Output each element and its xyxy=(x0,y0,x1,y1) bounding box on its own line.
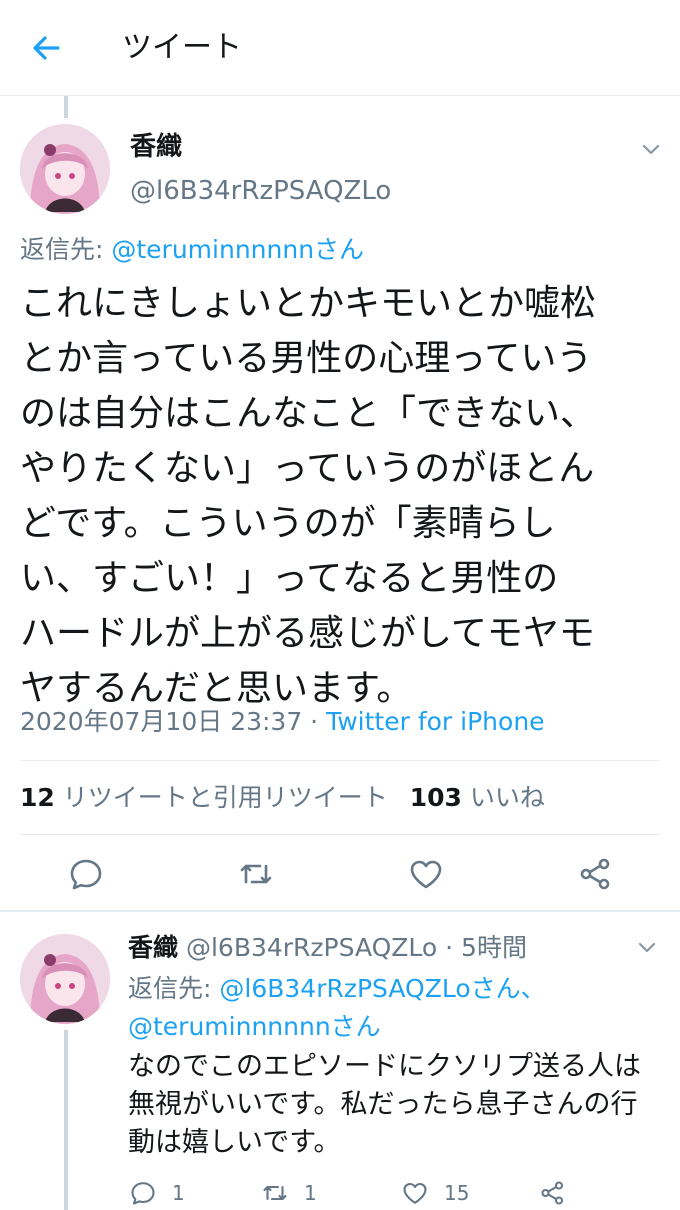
avatar[interactable] xyxy=(20,124,110,214)
engagement-stats: 12 リツイートと引用リツイート 103 いいね xyxy=(20,780,545,816)
reply-icon xyxy=(128,1178,158,1208)
retweet-label: リツイートと引用リツイート xyxy=(54,783,388,812)
tweet-metadata: 2020年07月10日 23:37 · Twitter for iPhone xyxy=(20,704,545,740)
retweet-icon xyxy=(260,1178,290,1208)
thread-connector-line xyxy=(64,96,68,118)
reply-header: 香織 @l6B34rRzPSAQZLo · 5時間 xyxy=(128,930,527,966)
reply-count: 1 xyxy=(172,1181,185,1205)
like-button[interactable]: 15 xyxy=(400,1176,469,1210)
reply-prefix: 返信先: xyxy=(20,235,112,264)
source-link[interactable]: Twitter for iPhone xyxy=(326,707,544,736)
retweet-button[interactable]: 1 xyxy=(260,1176,317,1210)
reply-button[interactable]: 1 xyxy=(128,1176,185,1210)
retweet-count: 1 xyxy=(304,1181,317,1205)
retweets-stat[interactable]: 12 リツイートと引用リツイート xyxy=(20,783,388,812)
like-count: 103 xyxy=(409,783,462,812)
page-title: ツイート xyxy=(122,30,242,65)
username[interactable]: @l6B34rRzPSAQZLo xyxy=(130,174,391,208)
handle-and-time[interactable]: @l6B34rRzPSAQZLo · 5時間 xyxy=(178,933,527,962)
back-arrow-icon[interactable] xyxy=(28,30,64,66)
tweet-text: これにきしょいとかキモいとか嘘松 とか言っている男性の心理っていう のは自分はこ… xyxy=(20,283,597,709)
share-icon xyxy=(538,1178,568,1208)
top-bar: ツイート xyxy=(0,0,680,96)
reply-icon[interactable] xyxy=(66,854,106,894)
divider xyxy=(20,834,660,835)
heart-icon xyxy=(400,1178,430,1208)
reply-mention-link[interactable]: @teruminnnnnnさん xyxy=(111,235,364,264)
share-icon[interactable] xyxy=(576,854,616,894)
timestamp: 2020年07月10日 23:37 · xyxy=(20,707,327,736)
reply-context: 返信先: @l6B34rRzPSAQZLoさん、 @teruminnnnnnさん xyxy=(128,970,668,1046)
chevron-down-icon[interactable] xyxy=(636,936,658,958)
avatar[interactable] xyxy=(20,934,110,1024)
tweet-text: なのでこのエピソードにクソリプ送る人は 無視がいいです。私だったら息子さんの行 … xyxy=(128,1051,641,1158)
share-button[interactable] xyxy=(538,1176,568,1210)
like-count: 15 xyxy=(444,1181,470,1205)
reply-prefix: 返信先: xyxy=(128,974,220,1003)
retweet-count: 12 xyxy=(20,783,55,812)
reply-mention-link[interactable]: @l6B34rRzPSAQZLoさん、 xyxy=(219,974,545,1003)
chevron-down-icon[interactable] xyxy=(640,138,662,160)
display-name[interactable]: 香織 xyxy=(130,130,182,164)
divider xyxy=(20,760,660,761)
thread-connector-line xyxy=(64,1030,68,1210)
reply-mention-link[interactable]: @teruminnnnnnさん xyxy=(128,1012,381,1041)
heart-icon[interactable] xyxy=(406,854,446,894)
section-divider xyxy=(0,910,680,912)
display-name[interactable]: 香織 xyxy=(128,933,178,962)
likes-stat[interactable]: 103 いいね xyxy=(410,783,545,812)
reply-context: 返信先: @teruminnnnnnさん xyxy=(20,232,364,268)
like-label: いいね xyxy=(461,783,545,812)
retweet-icon[interactable] xyxy=(236,854,276,894)
